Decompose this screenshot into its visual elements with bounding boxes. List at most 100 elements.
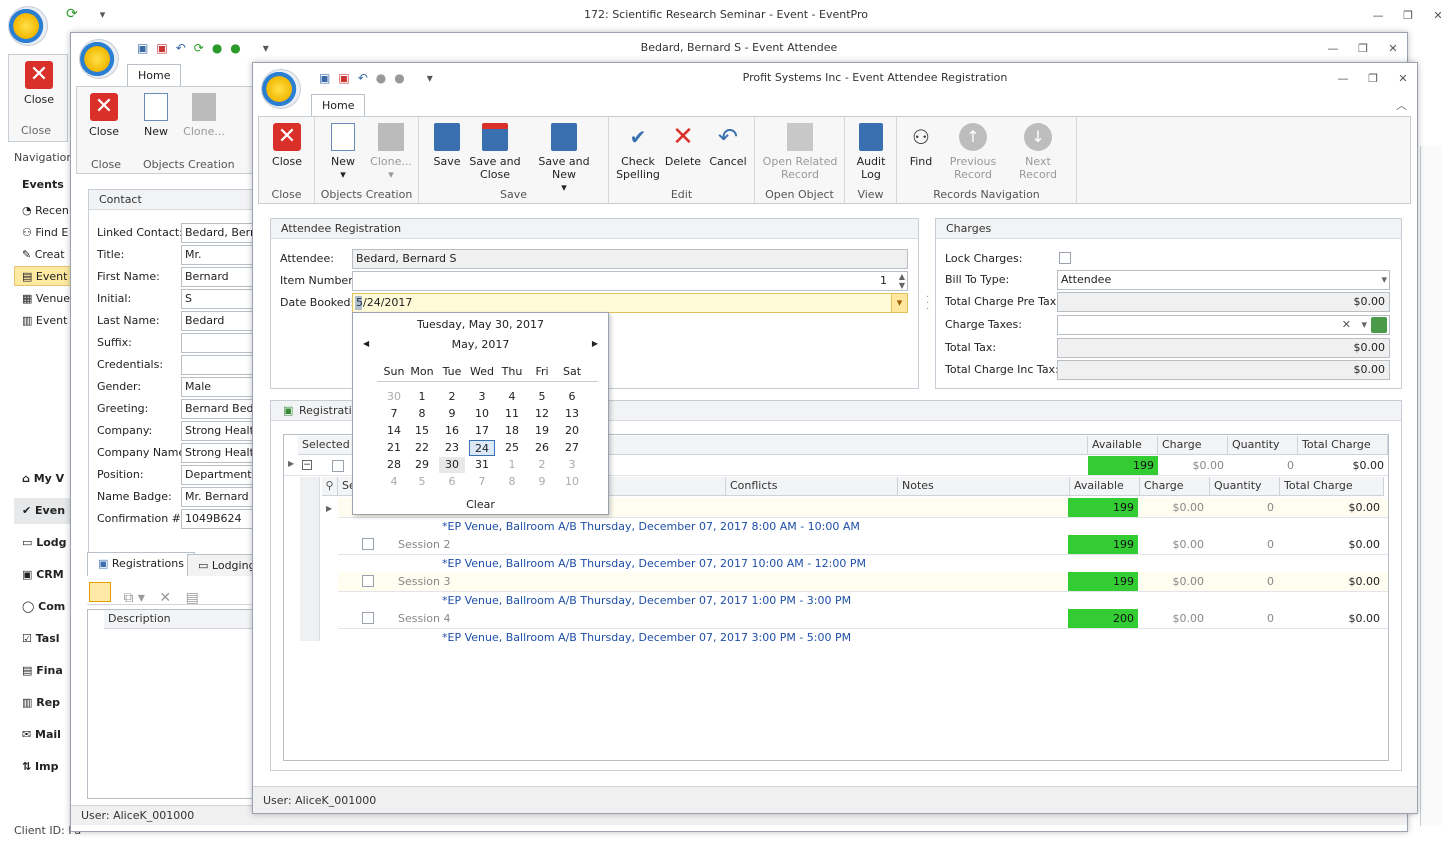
contact-field-input[interactable]: Mr. — [181, 245, 253, 265]
child-col-notes[interactable]: Notes — [898, 477, 1070, 496]
calendar-day[interactable]: 17 — [469, 423, 495, 439]
close-window-icon[interactable]: ✕ — [1395, 72, 1411, 85]
calendar-day[interactable]: 30 — [381, 389, 407, 405]
calendar-day[interactable]: 20 — [559, 423, 585, 439]
tab-registrations[interactable]: ▣ Registrations — [87, 552, 195, 576]
calendar-day[interactable]: 3 — [559, 457, 585, 473]
previous-record-button[interactable]: ↑ Previous Record — [945, 123, 1001, 181]
calendar-day[interactable]: 12 — [529, 406, 555, 422]
calendar-day[interactable]: 27 — [559, 440, 585, 456]
calendar-day[interactable]: 26 — [529, 440, 555, 456]
attendee-logo[interactable] — [79, 39, 119, 79]
attendee-close-button[interactable]: ✕ Close — [83, 93, 125, 138]
contact-field-input[interactable]: Male — [181, 377, 253, 397]
bill-to-dropdown-icon[interactable]: ▾ — [1381, 271, 1387, 289]
minimize-icon[interactable]: — — [1335, 72, 1351, 85]
calendar-day[interactable]: 3 — [469, 389, 495, 405]
child-col-conflicts[interactable]: Conflicts — [726, 477, 898, 496]
calendar-day[interactable]: 21 — [381, 440, 407, 456]
save-button[interactable]: Save — [427, 123, 467, 168]
calendar-day[interactable]: 6 — [559, 389, 585, 405]
calendar-day[interactable]: 25 — [499, 440, 525, 456]
maximize-icon[interactable]: ❐ — [1355, 42, 1371, 55]
col-total-charge[interactable]: Total Charge — [1298, 436, 1388, 455]
calendar-day[interactable]: 1 — [499, 457, 525, 473]
new-button[interactable]: New ▾ — [321, 123, 365, 181]
contact-field-input[interactable]: 1049B624 — [181, 509, 253, 529]
bill-to-select[interactable]: Attendee ▾ — [1057, 270, 1390, 290]
find-button[interactable]: ⚇ Find — [901, 123, 941, 168]
calendar-day[interactable]: 5 — [529, 389, 555, 405]
refresh-icon[interactable]: ⟳ — [194, 41, 204, 55]
contact-field-input[interactable] — [181, 355, 253, 375]
module-mail[interactable]: ✉ Mail — [22, 728, 61, 741]
col-available[interactable]: Available — [1088, 436, 1158, 455]
maximize-icon[interactable]: ❐ — [1400, 9, 1416, 22]
module-tasks[interactable]: ☑ Tasl — [22, 632, 60, 645]
calendar-day[interactable]: 7 — [469, 474, 495, 490]
calendar-day[interactable]: 14 — [381, 423, 407, 439]
calendar-day[interactable]: 8 — [499, 474, 525, 490]
delete-button[interactable]: ✕ Delete — [663, 123, 703, 168]
taxes-dropdown-icon[interactable]: ▾ — [1361, 316, 1367, 334]
calendar-next-icon[interactable]: ▶ — [592, 339, 598, 348]
child-col-total[interactable]: Total Charge — [1280, 477, 1384, 496]
calendar-day[interactable]: 8 — [409, 406, 435, 422]
child-col-available[interactable]: Available — [1070, 477, 1140, 496]
charge-taxes-field[interactable]: ✕ ▾ — [1057, 315, 1390, 335]
calendar-day[interactable]: 31 — [469, 457, 495, 473]
save-icon[interactable]: ▣ — [319, 71, 330, 85]
calendar-day[interactable]: 30 — [439, 457, 465, 473]
session-checkbox[interactable] — [362, 612, 374, 624]
save-icon[interactable]: ▣ — [137, 41, 148, 55]
next-record-button[interactable]: ↓ Next Record — [1005, 123, 1071, 181]
undo-icon[interactable]: ↶ — [358, 71, 368, 85]
undo-icon[interactable]: ↶ — [176, 41, 186, 55]
calendar-day[interactable]: 5 — [409, 474, 435, 490]
calendar-day[interactable]: 11 — [499, 406, 525, 422]
qa-dropdown-icon[interactable]: ▾ — [100, 8, 106, 21]
date-booked-field[interactable]: 5/24/2017 ▾ — [352, 293, 908, 313]
qa-dropdown-icon[interactable]: ▾ — [427, 71, 433, 85]
clear-taxes-icon[interactable]: ✕ — [1342, 316, 1351, 334]
module-events[interactable]: ✔ Even — [14, 498, 74, 524]
calendar-day[interactable]: 1 — [409, 389, 435, 405]
contact-field-input[interactable]: Department C — [181, 465, 253, 485]
registration-logo[interactable] — [261, 69, 301, 109]
contact-field-input[interactable]: Mr. Bernard B — [181, 487, 253, 507]
refresh-icon[interactable]: ⟳ — [66, 6, 78, 22]
contact-field-input[interactable]: Bedard — [181, 311, 253, 331]
copy-icon[interactable]: ⧉ ▾ — [123, 590, 144, 606]
attendee-field[interactable]: Bedard, Bernard S — [352, 249, 908, 269]
nav-item-recent[interactable]: ◔ Recen — [22, 204, 69, 217]
down-icon[interactable]: ● — [230, 41, 240, 55]
calendar-day[interactable]: 2 — [439, 389, 465, 405]
spinner-icon[interactable]: ▲ ▼ — [899, 272, 905, 290]
maximize-icon[interactable]: ❐ — [1365, 72, 1381, 85]
item-number-field[interactable]: 1 ▲ ▼ — [352, 271, 908, 291]
contact-field-input[interactable]: Bernard — [181, 267, 253, 287]
contact-field-input[interactable]: S — [181, 289, 253, 309]
close-window-icon[interactable]: ✕ — [1430, 9, 1446, 22]
calendar-day[interactable]: 29 — [409, 457, 435, 473]
calendar-clear-button[interactable]: Clear — [353, 498, 608, 511]
calendar-day[interactable]: 16 — [439, 423, 465, 439]
registration-home-tab[interactable]: Home — [311, 94, 366, 116]
attendee-clone-button[interactable]: Clone... — [181, 93, 227, 138]
calendar-day[interactable]: 22 — [409, 440, 435, 456]
cancel-button[interactable]: ↶ Cancel — [707, 123, 749, 168]
taxes-grid-icon[interactable] — [1371, 317, 1387, 333]
calendar-day[interactable]: 10 — [469, 406, 495, 422]
calendar-day[interactable]: 4 — [499, 389, 525, 405]
close-button[interactable]: ✕ Close — [265, 123, 309, 168]
description-header[interactable]: Description — [104, 610, 258, 629]
module-com[interactable]: ◯ Com — [22, 600, 65, 613]
clone-dropdown-icon[interactable]: ▾ — [388, 168, 394, 181]
calendar-day[interactable]: 4 — [381, 474, 407, 490]
splitter-handle-icon[interactable]: · · · — [926, 293, 929, 315]
session-checkbox[interactable] — [362, 538, 374, 550]
nav-item-venue[interactable]: ▦ Venue — [22, 292, 70, 305]
main-close-button[interactable]: ✕ Close — [15, 61, 63, 106]
col-charge[interactable]: Charge — [1158, 436, 1228, 455]
child-col-charge[interactable]: Charge — [1140, 477, 1210, 496]
